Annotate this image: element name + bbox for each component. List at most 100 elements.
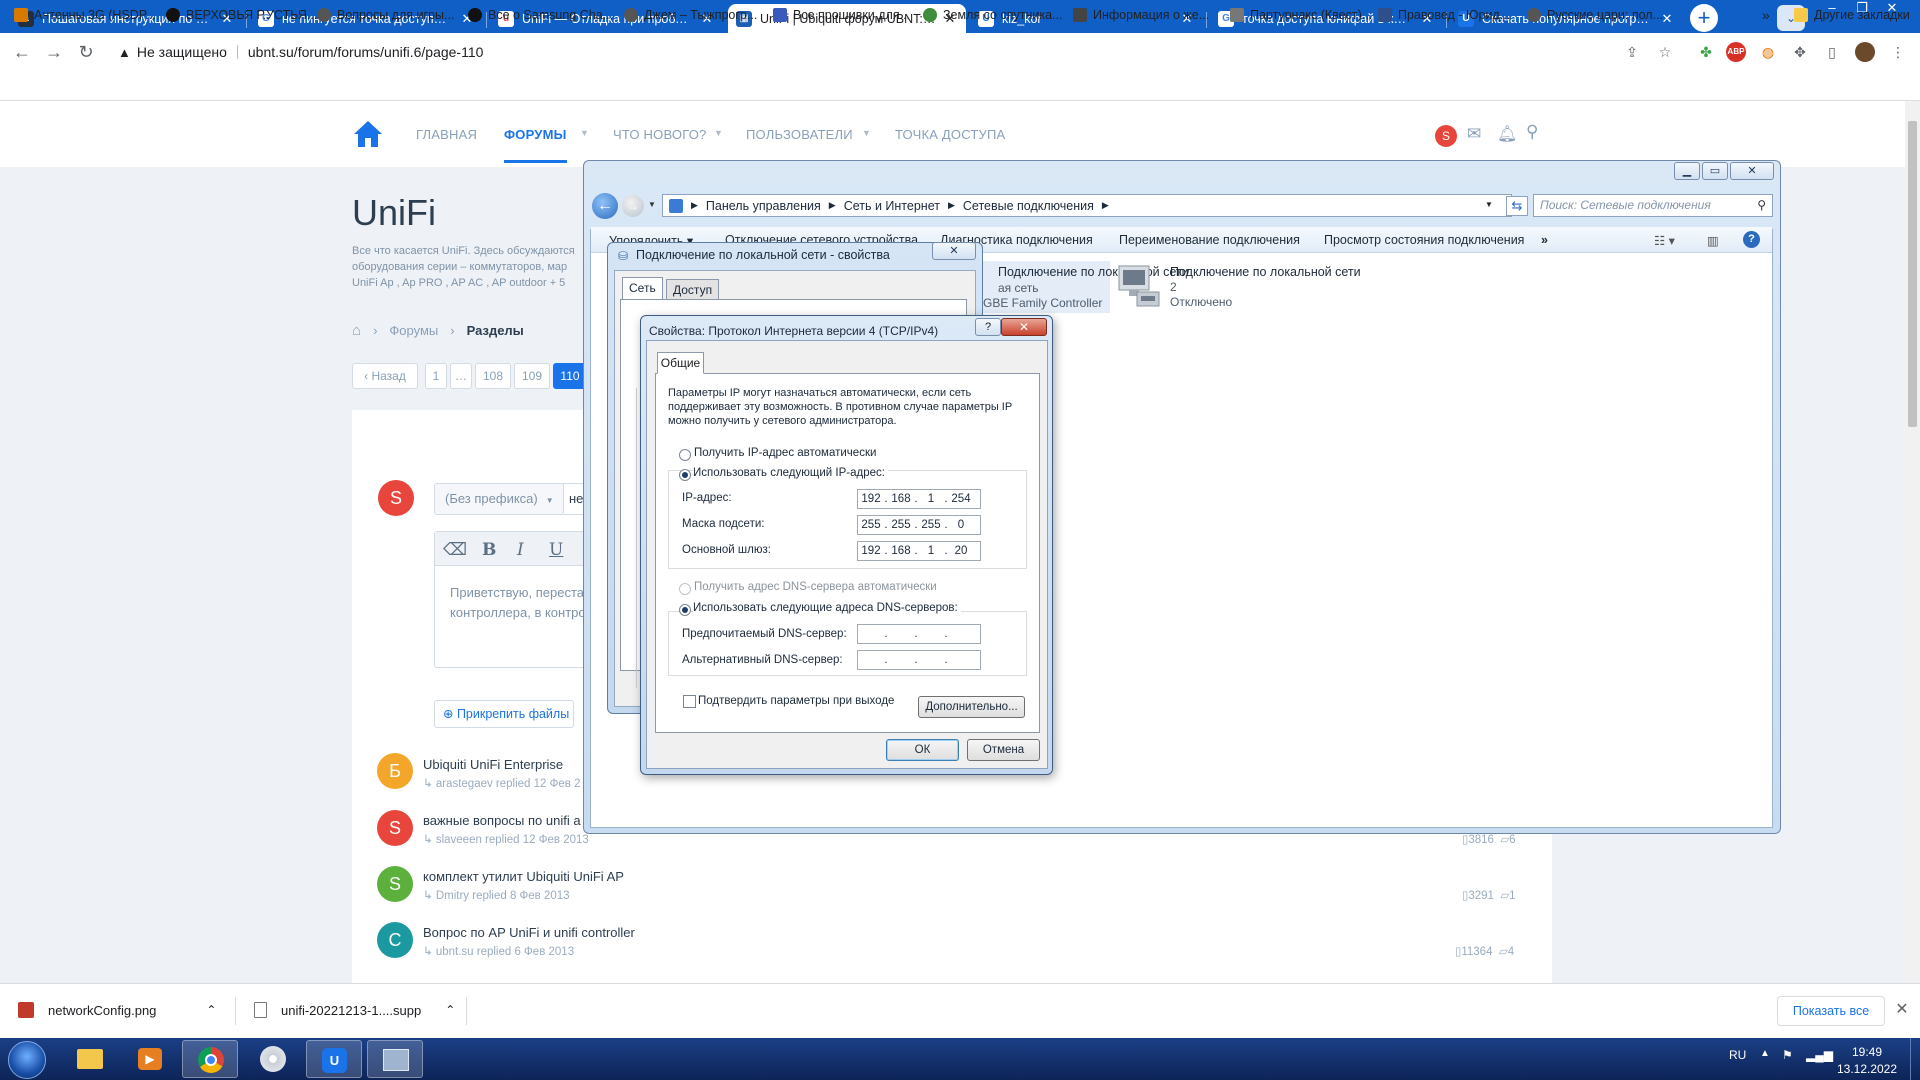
new-tab-button[interactable]: + bbox=[1690, 4, 1718, 32]
ok-button[interactable]: ОК bbox=[886, 739, 959, 761]
alternate-dns-field[interactable]: ... bbox=[857, 650, 981, 670]
adblock-icon[interactable]: ABP bbox=[1726, 42, 1746, 62]
bookmark-item[interactable]: Джем – Тыжпрогр... bbox=[624, 4, 757, 26]
close-window-icon[interactable]: ✕ bbox=[1730, 162, 1774, 180]
thread-title[interactable]: комплект утилит Ubiquiti UniFi AP bbox=[423, 869, 624, 884]
crumb-network-connections[interactable]: Сетевые подключения bbox=[963, 199, 1094, 213]
eraser-icon[interactable]: ⌫ bbox=[443, 540, 467, 560]
bookmark-item[interactable]: Русские цари: пол... bbox=[1527, 4, 1663, 26]
chevron-up-icon[interactable]: ⌃ bbox=[445, 1003, 455, 1017]
reload-icon[interactable]: ↻ bbox=[74, 41, 98, 63]
minimize-icon[interactable]: ▁ bbox=[1674, 162, 1700, 180]
nav-forums[interactable]: ФОРУМЫ bbox=[504, 127, 567, 163]
view-status-button[interactable]: Просмотр состояния подключения bbox=[1324, 233, 1524, 247]
back-icon[interactable]: ← bbox=[592, 193, 618, 219]
bookmark-item[interactable]: Правовед - Юрид... bbox=[1378, 4, 1510, 26]
extension-icon[interactable]: ✤ bbox=[1696, 42, 1716, 62]
pagination-page[interactable]: 108 bbox=[475, 363, 511, 389]
pagination-page[interactable]: 109 bbox=[514, 363, 550, 389]
search-icon[interactable]: ⚲ bbox=[1526, 122, 1538, 142]
scrollbar-thumb[interactable] bbox=[1908, 121, 1917, 427]
ip-address-field[interactable]: 192. 168. 1. 254 bbox=[857, 489, 981, 509]
pagination-current[interactable]: 110 bbox=[553, 363, 587, 389]
tab-network[interactable]: Сеть bbox=[622, 277, 663, 300]
rename-button[interactable]: Переименование подключения bbox=[1119, 233, 1300, 247]
close-dialog-icon[interactable]: ✕ bbox=[932, 242, 976, 260]
dns-manual-label[interactable]: Использовать следующие адреса DNS-сервер… bbox=[693, 602, 961, 614]
puzzle-icon[interactable]: ✥ bbox=[1790, 42, 1810, 62]
download-item[interactable]: unifi-20221213-1....supp ⌃ bbox=[254, 996, 455, 1024]
chevron-up-icon[interactable]: ⌃ bbox=[206, 1003, 216, 1017]
bold-icon[interactable]: B bbox=[482, 540, 496, 560]
validate-on-exit-checkbox[interactable] bbox=[683, 695, 696, 708]
close-dialog-icon[interactable]: ✕ bbox=[1001, 318, 1047, 336]
advanced-button[interactable]: Дополнительно... bbox=[918, 696, 1025, 718]
chevron-down-icon[interactable]: ▼ bbox=[714, 128, 723, 138]
bookmark-item[interactable]: ВЕРХОВЬЯ Р.УСТЬЯ... bbox=[166, 4, 317, 26]
ip-auto-radio[interactable] bbox=[679, 449, 691, 461]
thread-title[interactable]: важные вопросы по unifi a bbox=[423, 813, 581, 828]
mail-icon[interactable]: ✉ bbox=[1467, 124, 1481, 144]
pagination-prev[interactable]: ‹ Назад bbox=[352, 363, 418, 389]
thread-avatar[interactable]: S bbox=[377, 810, 413, 846]
subnet-mask-field[interactable]: 255. 255. 255. 0 bbox=[857, 515, 981, 535]
tray-expand-icon[interactable]: ▲ bbox=[1760, 1048, 1770, 1059]
taskbar-unifi[interactable]: U bbox=[306, 1040, 362, 1078]
explorer-address-bar[interactable]: ▶ Панель управления ▶ Сеть и Интернет ▶ … bbox=[662, 194, 1512, 217]
breadcrumb-sections[interactable]: Разделы bbox=[467, 323, 524, 338]
prefix-select[interactable]: (Без префикса) ▼ bbox=[434, 483, 564, 515]
chevron-down-icon[interactable]: ▼ bbox=[862, 128, 871, 138]
nav-users[interactable]: ПОЛЬЗОВАТЕЛИ bbox=[746, 127, 853, 142]
start-button[interactable] bbox=[8, 1041, 46, 1079]
ip-auto-label[interactable]: Получить IP-адрес автоматически bbox=[694, 447, 876, 459]
flag-icon[interactable]: ⚑ bbox=[1782, 1048, 1793, 1062]
tab-sharing[interactable]: Доступ bbox=[666, 279, 720, 299]
help-icon[interactable]: ? bbox=[1743, 231, 1760, 248]
dns-manual-radio[interactable] bbox=[679, 604, 691, 616]
chevron-down-icon[interactable]: ▼ bbox=[648, 200, 656, 209]
thread-avatar[interactable]: Б bbox=[377, 753, 413, 789]
sidepanel-icon[interactable]: ▯ bbox=[1822, 42, 1842, 62]
underline-icon[interactable]: U bbox=[549, 540, 563, 560]
tab-general[interactable]: Общие bbox=[657, 352, 704, 374]
preview-pane-icon[interactable]: ▥ bbox=[1707, 233, 1719, 248]
attach-files-button[interactable]: ⊕ Прикрепить файлы bbox=[434, 700, 574, 728]
bookmark-item[interactable]: Вопросы для игры... bbox=[317, 4, 454, 26]
ip-manual-label[interactable]: Использовать следующий IP-адрес: bbox=[693, 467, 888, 479]
bookmark-item[interactable]: Антенны 3G (HSDP... bbox=[14, 4, 156, 26]
home-icon[interactable]: ⌂ bbox=[352, 322, 361, 339]
bookmark-item[interactable]: Все прошивки для... bbox=[773, 4, 910, 26]
refresh-icon[interactable]: ⇆ bbox=[1506, 196, 1528, 216]
thread-title[interactable]: Ubiquiti UniFi Enterprise bbox=[423, 757, 563, 772]
thread-avatar[interactable]: S bbox=[377, 866, 413, 902]
network-item-name[interactable]: Подключение по локальной сети bbox=[1170, 265, 1361, 279]
pagination-ellipsis[interactable]: … bbox=[450, 363, 472, 389]
thread-avatar[interactable]: C bbox=[377, 922, 413, 958]
bookmark-item[interactable]: Информация о же... bbox=[1073, 4, 1209, 26]
chevron-down-icon[interactable]: ▼ bbox=[1485, 200, 1493, 209]
show-desktop-button[interactable] bbox=[1910, 1038, 1920, 1080]
close-icon[interactable]: ✕ bbox=[1893, 1000, 1911, 1020]
maximize-icon[interactable]: ▭ bbox=[1702, 162, 1728, 180]
bookmarks-overflow[interactable]: » bbox=[1762, 4, 1770, 26]
chevron-down-icon[interactable]: ▼ bbox=[580, 128, 589, 138]
other-bookmarks[interactable]: Другие закладки bbox=[1794, 4, 1910, 26]
forward-icon[interactable]: → bbox=[42, 41, 66, 63]
forward-icon[interactable]: → bbox=[622, 195, 644, 217]
share-icon[interactable]: ⇪ bbox=[1622, 42, 1642, 62]
taskbar-control-panel[interactable] bbox=[367, 1040, 423, 1078]
nav-home[interactable]: ГЛАВНАЯ bbox=[416, 127, 477, 142]
address-bar[interactable]: ▲ Не защищено ubnt.su/forum/forums/unifi… bbox=[110, 38, 1695, 66]
menu-icon[interactable]: ⋮ bbox=[1888, 42, 1908, 62]
star-icon[interactable]: ☆ bbox=[1655, 42, 1675, 62]
crumb-network-internet[interactable]: Сеть и Интернет bbox=[844, 199, 940, 213]
pagination-page[interactable]: 1 bbox=[425, 363, 447, 389]
bell-icon[interactable]: 🔔︎ bbox=[1497, 124, 1517, 144]
explorer-search-input[interactable]: Поиск: Сетевые подключения ⚲ bbox=[1533, 194, 1773, 217]
back-icon[interactable]: ← bbox=[10, 41, 34, 63]
page-scrollbar[interactable] bbox=[1905, 101, 1920, 983]
crumb-control-panel[interactable]: Панель управления bbox=[706, 199, 821, 213]
user-avatar[interactable]: S bbox=[1435, 125, 1457, 147]
gateway-field[interactable]: 192. 168. 1. 20 bbox=[857, 541, 981, 561]
nav-whats-new[interactable]: ЧТО НОВОГО? bbox=[613, 127, 706, 142]
